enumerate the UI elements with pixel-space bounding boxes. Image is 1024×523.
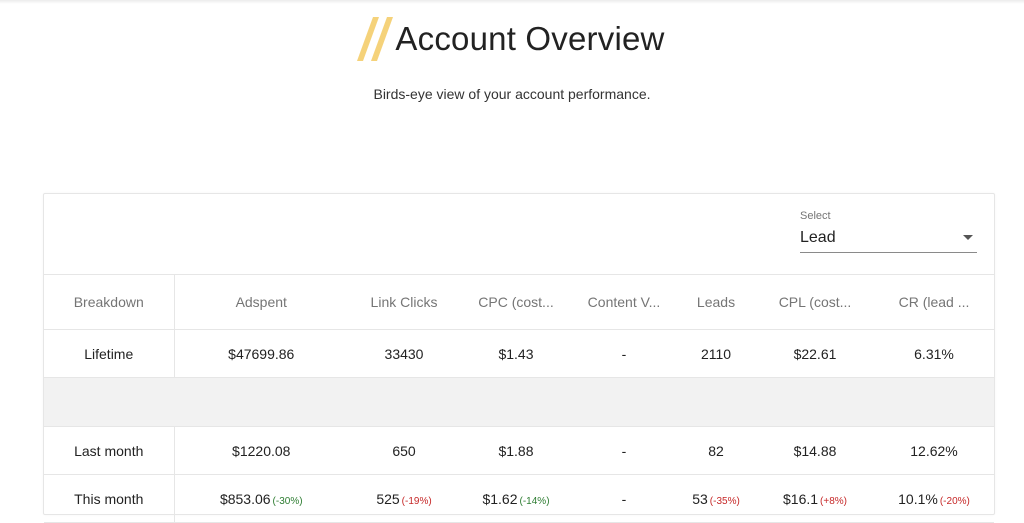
cell-adspent: $853.06 (-30%) [174, 474, 348, 523]
cell-adspent: $1220.08 [174, 426, 348, 475]
overview-card: Select Lead Breakdown Adspent Link Click… [43, 193, 995, 523]
value-text: 10.1% [898, 490, 938, 507]
value-text: 525 [376, 490, 400, 507]
column-header-cpc[interactable]: CPC (cost... [460, 275, 572, 330]
table-row-this-month: This month $853.06 (-30%) 525 (-19%) $1.62… [44, 474, 994, 523]
column-header-adspent[interactable]: Adspent [174, 275, 348, 330]
select-label: Select [800, 210, 831, 222]
spacer-cell [44, 377, 994, 427]
cell-cr: 6.31% [874, 329, 994, 378]
column-header-content-views[interactable]: Content V... [572, 275, 676, 330]
cell-content-views: - [572, 426, 676, 475]
column-header-cr[interactable]: CR (lead ... [874, 275, 994, 330]
cell-cpl: $22.61 [756, 329, 874, 378]
cell-cr: 12.62% [874, 426, 994, 475]
table-row-lifetime: Lifetime $47699.86 33430 $1.43 - 2110 $2… [44, 329, 994, 378]
delta-badge: (-30%) [272, 495, 303, 507]
value-text: 53 [692, 490, 708, 507]
page-header: Account Overview [0, 14, 1024, 64]
cell-cpc: $1.43 [460, 329, 572, 378]
card-toolbar: Select Lead [44, 194, 994, 275]
table-row-last-month: Last month $1220.08 650 $1.88 - 82 $14.8… [44, 426, 994, 475]
metric-select[interactable]: Select Lead [800, 210, 977, 253]
cell-breakdown: Lifetime [44, 329, 175, 378]
cell-cpl: $16.1 (+8%) [756, 474, 874, 523]
overview-table: Breakdown Adspent Link Clicks CPC (cost.… [44, 275, 994, 523]
column-header-cpl[interactable]: CPL (cost... [756, 275, 874, 330]
cell-cr: 10.1% (-20%) [874, 474, 994, 523]
cell-adspent: $47699.86 [174, 329, 348, 378]
cell-leads: 53 (-35%) [676, 474, 756, 523]
delta-badge: (+8%) [820, 495, 847, 507]
table-header-row: Breakdown Adspent Link Clicks CPC (cost.… [44, 275, 994, 330]
select-field[interactable]: Lead [800, 228, 977, 253]
table-spacer-row [44, 377, 994, 427]
cell-content-views: - [572, 329, 676, 378]
cell-cpl: $14.88 [756, 426, 874, 475]
delta-badge: (-14%) [519, 495, 550, 507]
cell-breakdown: This month [44, 474, 175, 523]
page-title: Account Overview [395, 20, 665, 57]
cell-content-views: - [572, 474, 676, 523]
select-value: Lead [800, 229, 836, 246]
page-subtitle: Birds-eye view of your account performan… [373, 86, 651, 102]
cell-cpc: $1.88 [460, 426, 572, 475]
column-header-leads[interactable]: Leads [676, 275, 756, 330]
delta-badge: (-20%) [939, 495, 970, 507]
cell-link-clicks: 33430 [348, 329, 460, 378]
value-text: $1.62 [482, 490, 518, 507]
cell-breakdown: Last month [44, 426, 175, 475]
cell-leads: 2110 [676, 329, 756, 378]
slashes-decoration-icon [357, 15, 394, 63]
value-text: $16.1 [783, 490, 819, 507]
value-text: $853.06 [219, 490, 271, 507]
cell-link-clicks: 525 (-19%) [348, 474, 460, 523]
top-shadow [0, 0, 1024, 4]
cell-leads: 82 [676, 426, 756, 475]
column-header-breakdown[interactable]: Breakdown [44, 275, 175, 330]
delta-badge: (-35%) [709, 495, 740, 507]
delta-badge: (-19%) [401, 495, 432, 507]
cell-link-clicks: 650 [348, 426, 460, 475]
column-header-link-clicks[interactable]: Link Clicks [348, 275, 460, 330]
caret-down-icon[interactable] [963, 235, 973, 240]
cell-cpc: $1.62 (-14%) [460, 474, 572, 523]
